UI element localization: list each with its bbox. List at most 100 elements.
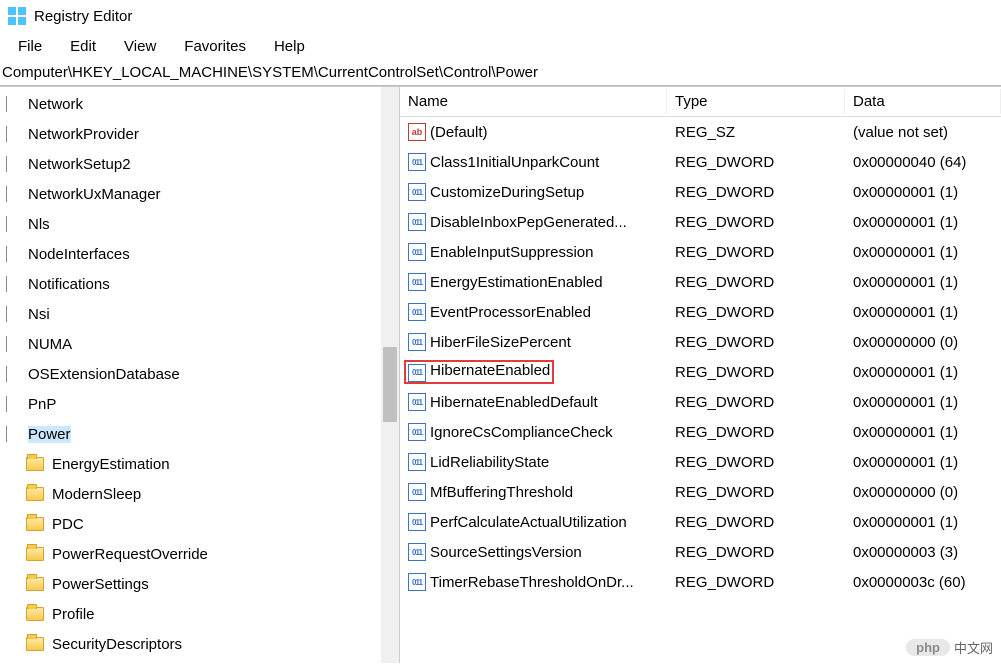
tree-scrollbar[interactable]	[381, 87, 399, 663]
value-row[interactable]: 011EventProcessorEnabledREG_DWORD0x00000…	[400, 297, 1001, 327]
menu-bar: File Edit View Favorites Help	[0, 32, 1001, 60]
tree-item-numa[interactable]: NUMA	[0, 329, 399, 359]
value-data: 0x00000000 (0)	[845, 482, 1001, 503]
header-name[interactable]: Name	[400, 89, 667, 114]
watermark-text: 中文网	[954, 638, 993, 657]
scroll-thumb[interactable]	[383, 347, 397, 422]
value-row[interactable]: 011EnableInputSuppressionREG_DWORD0x0000…	[400, 237, 1001, 267]
tree-list[interactable]: NetworkNetworkProviderNetworkSetup2 Netwo…	[0, 87, 399, 663]
value-row[interactable]: 011CustomizeDuringSetupREG_DWORD0x000000…	[400, 177, 1001, 207]
tree-item-label: OSExtensionDatabase	[28, 366, 180, 383]
tree-item-power[interactable]: Power	[0, 419, 399, 449]
value-name: Class1InitialUnparkCount	[430, 154, 599, 171]
tree-item-label: Profile	[52, 606, 95, 623]
content-area: NetworkNetworkProviderNetworkSetup2 Netwo…	[0, 86, 1001, 663]
value-row[interactable]: 011MfBufferingThresholdREG_DWORD0x000000…	[400, 477, 1001, 507]
value-name: SourceSettingsVersion	[430, 544, 582, 561]
tree-item-modernsleep[interactable]: ModernSleep	[0, 479, 399, 509]
tree-item-label: PDC	[52, 516, 84, 533]
value-row[interactable]: ab(Default)REG_SZ(value not set)	[400, 117, 1001, 147]
value-type: REG_DWORD	[667, 302, 845, 323]
php-badge: php	[906, 639, 950, 656]
folder-icon	[26, 547, 44, 561]
regedit-icon	[8, 7, 26, 25]
value-type: REG_DWORD	[667, 512, 845, 533]
dword-icon: 011	[408, 243, 426, 261]
value-data: 0x00000001 (1)	[845, 392, 1001, 413]
value-type: REG_DWORD	[667, 542, 845, 563]
value-row[interactable]: 011EnergyEstimationEnabledREG_DWORD0x000…	[400, 267, 1001, 297]
folder-icon	[26, 607, 44, 621]
value-name: (Default)	[430, 124, 488, 141]
tree-item-networksetup2[interactable]: NetworkSetup2	[0, 149, 399, 179]
tree-item-profile[interactable]: Profile	[0, 599, 399, 629]
dword-icon: 011	[408, 573, 426, 591]
value-row[interactable]: 011HibernateEnabledDefault REG_DWORD0x000…	[400, 387, 1001, 417]
tree-item-osextensiondatabase[interactable]: OSExtensionDatabase	[0, 359, 399, 389]
tree-panel: NetworkNetworkProviderNetworkSetup2 Netwo…	[0, 87, 400, 663]
tree-item-nsi[interactable]: Nsi	[0, 299, 399, 329]
address-bar[interactable]: Computer\HKEY_LOCAL_MACHINE\SYSTEM\Curre…	[0, 60, 1001, 86]
tree-item-networkuxmanager[interactable]: NetworkUxManager	[0, 179, 399, 209]
tree-item-nls[interactable]: Nls	[0, 209, 399, 239]
value-data: 0x00000001 (1)	[845, 452, 1001, 473]
value-name: IgnoreCsComplianceCheck	[430, 424, 613, 441]
menu-edit[interactable]: Edit	[56, 35, 110, 58]
value-name: CustomizeDuringSetup	[430, 184, 584, 201]
tree-item-sync[interactable]: Sync	[0, 659, 399, 663]
dword-icon: 011	[408, 393, 426, 411]
value-type: REG_DWORD	[667, 572, 845, 593]
key-icon	[6, 426, 22, 442]
header-data[interactable]: Data	[845, 89, 1001, 114]
value-data: (value not set)	[845, 122, 1001, 143]
window-title: Registry Editor	[34, 8, 132, 25]
string-icon: ab	[408, 123, 426, 141]
value-row[interactable]: 011IgnoreCsComplianceCheckREG_DWORD0x000…	[400, 417, 1001, 447]
value-row[interactable]: 011Class1InitialUnparkCountREG_DWORD0x00…	[400, 147, 1001, 177]
tree-item-network[interactable]: Network	[0, 89, 399, 119]
values-list[interactable]: ab(Default)REG_SZ(value not set)011Class…	[400, 117, 1001, 597]
tree-item-networkprovider[interactable]: NetworkProvider	[0, 119, 399, 149]
dword-icon: 011	[408, 364, 426, 382]
dword-icon: 011	[408, 333, 426, 351]
menu-view[interactable]: View	[110, 35, 170, 58]
value-type: REG_DWORD	[667, 392, 845, 413]
value-name: EventProcessorEnabled	[430, 304, 591, 321]
value-data: 0x00000001 (1)	[845, 302, 1001, 323]
tree-item-pnp[interactable]: PnP	[0, 389, 399, 419]
value-name: HibernateEnabledDefault	[430, 394, 598, 411]
tree-item-powersettings[interactable]: PowerSettings	[0, 569, 399, 599]
dword-icon: 011	[408, 213, 426, 231]
tree-item-label: NetworkUxManager	[28, 186, 161, 203]
value-name: EnableInputSuppression	[430, 244, 593, 261]
value-data: 0x00000040 (64)	[845, 152, 1001, 173]
tree-item-energyestimation[interactable]: EnergyEstimation	[0, 449, 399, 479]
folder-icon	[26, 487, 44, 501]
value-type: REG_DWORD	[667, 362, 845, 383]
watermark: php 中文网	[898, 636, 1001, 659]
value-type: REG_DWORD	[667, 482, 845, 503]
tree-item-powerrequestoverride[interactable]: PowerRequestOverride	[0, 539, 399, 569]
value-row[interactable]: 011DisableInboxPepGenerated...REG_DWORD0…	[400, 207, 1001, 237]
value-row[interactable]: 011HiberFileSizePercentREG_DWORD0x000000…	[400, 327, 1001, 357]
tree-item-label: PnP	[28, 396, 56, 413]
header-type[interactable]: Type	[667, 89, 845, 114]
menu-help[interactable]: Help	[260, 35, 319, 58]
value-row[interactable]: 011LidReliabilityStateREG_DWORD0x0000000…	[400, 447, 1001, 477]
menu-favorites[interactable]: Favorites	[170, 35, 260, 58]
tree-item-label: NodeInterfaces	[28, 246, 130, 263]
tree-item-label: PowerSettings	[52, 576, 149, 593]
tree-item-notifications[interactable]: Notifications	[0, 269, 399, 299]
value-row[interactable]: 011 HibernateEnabledREG_DWORD0x00000001 …	[400, 357, 1001, 387]
tree-item-securitydescriptors[interactable]: SecurityDescriptors	[0, 629, 399, 659]
title-bar: Registry Editor	[0, 0, 1001, 32]
value-name: EnergyEstimationEnabled	[430, 274, 603, 291]
menu-file[interactable]: File	[4, 35, 56, 58]
dword-icon: 011	[408, 273, 426, 291]
tree-item-nodeinterfaces[interactable]: NodeInterfaces	[0, 239, 399, 269]
value-row[interactable]: 011PerfCalculateActualUtilizationREG_DWO…	[400, 507, 1001, 537]
value-row[interactable]: 011SourceSettingsVersionREG_DWORD0x00000…	[400, 537, 1001, 567]
value-row[interactable]: 011TimerRebaseThresholdOnDr...REG_DWORD0…	[400, 567, 1001, 597]
value-data: 0x00000001 (1)	[845, 212, 1001, 233]
tree-item-pdc[interactable]: PDC	[0, 509, 399, 539]
